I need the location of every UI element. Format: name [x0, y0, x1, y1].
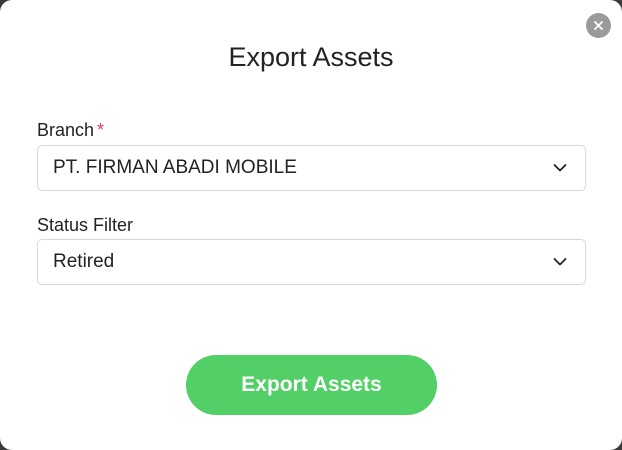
close-icon [594, 21, 603, 30]
chevron-down-icon [553, 258, 567, 266]
required-indicator: * [97, 120, 105, 140]
status-filter-select-value: Retired [53, 251, 115, 272]
export-assets-button[interactable]: Export Assets [186, 355, 437, 415]
branch-label-text: Branch [37, 120, 95, 140]
branch-select[interactable]: PT. FIRMAN ABADI MOBILE [37, 145, 586, 191]
dialog-title: Export Assets [228, 42, 394, 72]
status-filter-select[interactable]: Retired [37, 239, 586, 285]
export-assets-dialog: Export Assets Branch * PT. FIRMAN ABADI M… [0, 0, 622, 450]
branch-select-value: PT. FIRMAN ABADI MOBILE [53, 157, 297, 178]
chevron-down-icon [553, 164, 567, 172]
status-filter-label: Status Filter [37, 215, 134, 235]
branch-label: Branch * [37, 119, 104, 141]
close-button[interactable] [586, 13, 611, 38]
